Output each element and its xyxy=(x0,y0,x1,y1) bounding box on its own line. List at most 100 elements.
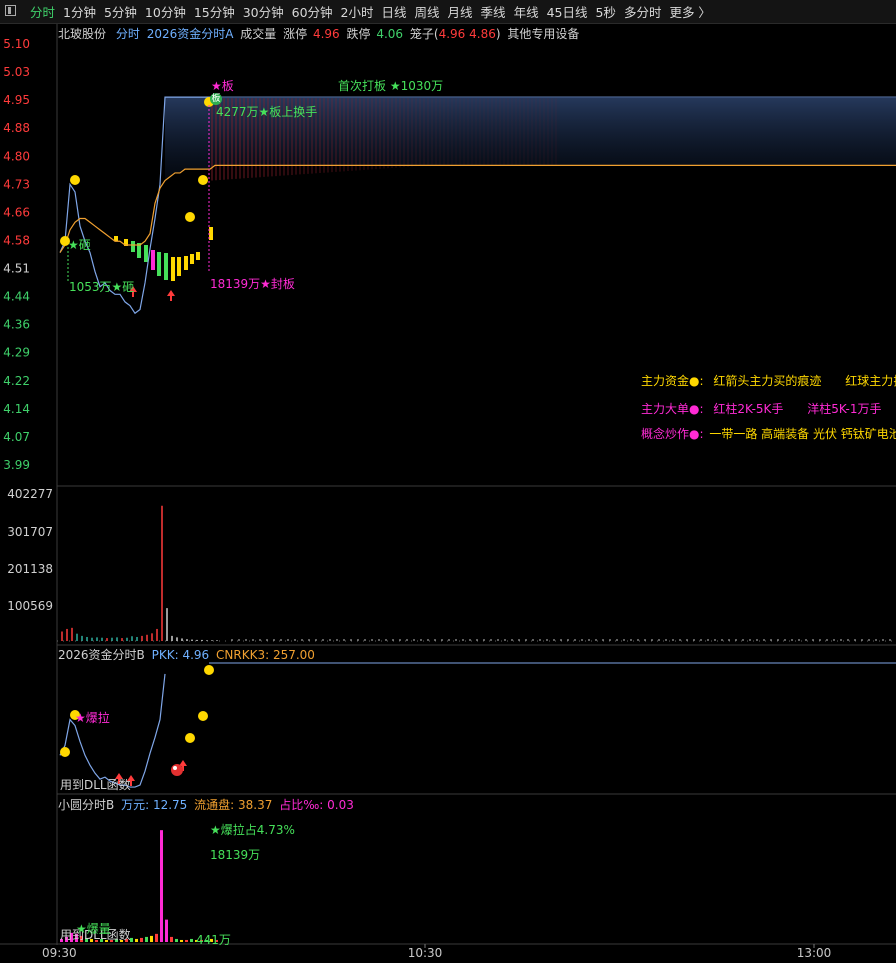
buy-arrow xyxy=(167,290,175,301)
price-tick: 4.44 xyxy=(3,290,30,304)
capital-bar xyxy=(190,254,194,264)
small-round-bar xyxy=(150,935,153,942)
wanyuan-label: 万元: xyxy=(121,798,150,812)
pkk-line-path xyxy=(59,673,166,788)
first-board-label: 首次打板 ★1030万 xyxy=(338,79,444,93)
price-tick: 4.58 xyxy=(3,233,30,247)
wanyuan-value: 12.75 xyxy=(152,798,188,812)
baola-label: ★爆拉 xyxy=(75,711,110,725)
price-tick: 4.51 xyxy=(3,262,30,276)
price-tick: 4.07 xyxy=(3,430,30,444)
small-round-bar xyxy=(140,937,143,942)
price-tick: 4.22 xyxy=(3,374,30,388)
legend-row3-a: 一带一路 高端装备 光伏 钙钛矿电池 xyxy=(709,427,896,441)
price-tick: 4.66 xyxy=(3,205,30,219)
red-ball-highlight xyxy=(173,766,177,770)
legend-row-main-capital: 主力资金●: 红箭头主力买的痕迹 红球主力拉 xyxy=(641,372,896,389)
capital-bar xyxy=(164,253,168,280)
price-tick: 4.14 xyxy=(3,402,30,416)
pkk-dot xyxy=(198,711,208,721)
volume-tick: 402277 xyxy=(7,487,53,501)
time-tick: 10:30 xyxy=(408,946,443,960)
price-tick: 4.36 xyxy=(3,318,30,332)
legend-row2-b: 洋柱5K-1万手 xyxy=(807,402,882,416)
price-axis: 5.10 5.03 4.95 4.88 4.80 4.73 4.66 4.58 4.51 4.44… xyxy=(3,37,30,472)
pkk-value: 4.96 xyxy=(182,648,210,662)
legend-row2-a: 红柱2K-5K手 xyxy=(713,402,784,416)
small-round-bar xyxy=(135,938,138,942)
float-value: 38.37 xyxy=(238,798,273,812)
turnover-label: 4277万★板上换手 xyxy=(216,105,318,119)
pkk-dot xyxy=(204,665,214,675)
intraday-chart[interactable]: 5.10 5.03 4.95 4.88 4.80 4.73 4.66 4.58 4.51 4.44… xyxy=(0,0,896,963)
capital-bar xyxy=(184,256,188,270)
volume-tick: 201138 xyxy=(7,562,53,576)
capital-bar xyxy=(144,245,148,262)
small-round-bar xyxy=(145,936,148,942)
panel-b-header: 2026资金分时B PKK: 4.96 CNRKK3: 257.00 xyxy=(58,646,315,663)
seal-label: 18139万★封板 xyxy=(210,277,295,291)
dll-note-b: 用到DLL函数 xyxy=(60,778,131,792)
volume-axis: 402277 301707 201138 100569 xyxy=(7,487,53,613)
legend-row3-label: 概念炒作●: xyxy=(641,427,704,441)
baola-pct-label: ★爆拉占4.73% xyxy=(210,823,295,837)
capital-bar xyxy=(151,250,155,270)
signal-dot xyxy=(198,175,208,185)
capital-bar xyxy=(177,257,181,276)
legend-row-big-orders: 主力大单●: 红柱2K-5K手 洋柱5K-1万手 xyxy=(641,400,881,417)
capital-bar xyxy=(131,241,135,252)
time-axis: 09:30 10:30 13:00 xyxy=(42,944,831,960)
capital-bar xyxy=(157,252,161,276)
capital-bar xyxy=(196,252,200,260)
ratio-label: 占比‰: xyxy=(279,798,324,812)
pkk-line xyxy=(59,662,896,788)
small-round-bar xyxy=(180,939,183,942)
price-tick: 4.95 xyxy=(3,93,30,107)
pkk-dot xyxy=(60,747,70,757)
baoliang-label: ★爆量 xyxy=(76,922,111,936)
legend-row2-label: 主力大单●: xyxy=(641,402,704,416)
pkk-dot xyxy=(185,733,195,743)
small-round-bar xyxy=(190,938,193,942)
average-line xyxy=(59,164,896,253)
legend-row1-b: 红球主力拉 xyxy=(845,374,896,388)
price-tick: 5.03 xyxy=(3,65,30,79)
legend-row1-label: 主力资金●: xyxy=(641,374,704,388)
capital-bar xyxy=(209,227,213,240)
ban-label: ★板 xyxy=(211,79,234,93)
small-round-bar xyxy=(155,933,158,942)
time-tick: 09:30 xyxy=(42,946,77,960)
small-round-bar xyxy=(170,936,173,942)
amount-label: 18139万 xyxy=(210,848,261,862)
volume-tick: 301707 xyxy=(7,525,53,539)
signal-dot xyxy=(70,175,80,185)
small-round-bar xyxy=(160,830,163,942)
volume-bars xyxy=(61,505,891,641)
left-low-label: 1053万★砸 xyxy=(69,280,135,294)
ratio-value: 0.03 xyxy=(327,798,354,812)
capital-bars xyxy=(114,227,213,281)
small-round-bar xyxy=(185,939,188,942)
price-tick: 4.73 xyxy=(3,177,30,191)
small-round-bar xyxy=(165,919,168,942)
price-tick: 3.99 xyxy=(3,458,30,472)
red-ball xyxy=(171,764,183,776)
panel-b-title[interactable]: 2026资金分时B xyxy=(58,648,145,662)
panel-c-header: 小圆分时B 万元: 12.75 流通盘: 38.37 占比‰: 0.03 xyxy=(58,796,354,813)
left-mark-label: ★砸 xyxy=(68,238,91,252)
price-tick: 4.88 xyxy=(3,121,30,135)
float-label: 流通盘: xyxy=(194,798,235,812)
price-tick: 4.80 xyxy=(3,149,30,163)
small-round-bar xyxy=(175,938,178,942)
price-tick: 5.10 xyxy=(3,37,30,51)
pkk-label: PKK: xyxy=(151,648,179,662)
capital-bar xyxy=(171,257,175,281)
legend-row-concepts: 概念炒作●: 一带一路 高端装备 光伏 钙钛矿电池 xyxy=(641,425,896,442)
cnrkk-label: CNRKK3: xyxy=(216,648,270,662)
cnrkk-value: 257.00 xyxy=(272,648,315,662)
volume-tick: 100569 xyxy=(7,599,53,613)
time-tick: 13:00 xyxy=(797,946,832,960)
price-tick: 4.29 xyxy=(3,346,30,360)
average-line-path xyxy=(59,164,896,253)
panel-c-title[interactable]: 小圆分时B xyxy=(58,798,114,812)
